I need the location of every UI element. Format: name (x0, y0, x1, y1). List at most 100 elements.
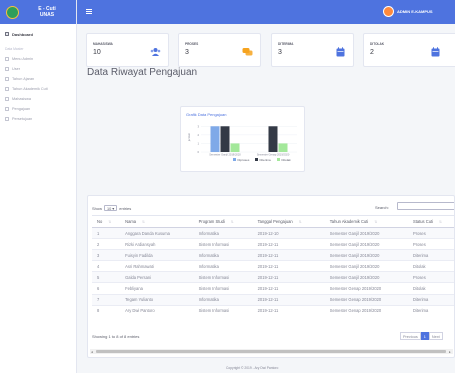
stat-card-mahasiswa: MAHASISWA 10 (86, 33, 169, 67)
table-cell: 6 (92, 282, 121, 295)
x-tick-label: Semester Genap 2019/2020 (257, 153, 290, 157)
sidebar-item-label: Pengajuan (12, 107, 31, 111)
y-tick-label: 2 (197, 133, 199, 137)
sidebar-item-dashboard[interactable]: Dashboard (0, 27, 76, 41)
table-cell: Anggara Danda Kusuma (120, 226, 194, 239)
table-cell: 3 (92, 249, 121, 261)
legend-swatch (233, 158, 236, 161)
folder-icon (5, 57, 9, 61)
folder-icon (5, 107, 9, 111)
table-row[interactable]: 5 Galda Persani Sistem Informasi 2019-12-11… (92, 271, 454, 283)
table-row[interactable]: 6 Febliyana Sistem Informasi 2019-12-11 Seme… (92, 282, 454, 295)
column-header[interactable]: Status Cuti ⇅ (408, 215, 454, 228)
pagination: Previous 1 Next (400, 332, 443, 340)
column-header[interactable]: Tahun Akademik Cuti ⇅ (324, 215, 408, 228)
chart-card: 0 1 2 3 jumlah Semester Ganjil 2019/2020 Semes… (180, 106, 305, 172)
user-name[interactable]: ADMIN E-KAMPUS (397, 9, 433, 14)
table-row[interactable]: 8 Ary Dwi Pantoro Sistem Informasi 2019-12-… (92, 304, 454, 317)
sort-icon[interactable]: ⇅ (231, 220, 234, 224)
menu-toggle-icon[interactable] (86, 9, 92, 14)
table-body: 1 Anggara Danda Kusuma Informatika 2019-12-… (92, 226, 454, 317)
column-header-label: Status Cuti (413, 219, 434, 224)
table-cell: 4 (92, 260, 121, 272)
sort-icon[interactable]: ⇅ (374, 220, 377, 224)
bar-diproses (210, 126, 220, 152)
table-cell: Informatika (193, 260, 253, 272)
sidebar-item-persetujuan[interactable]: Persetujuan (0, 114, 76, 124)
column-header[interactable]: No ⇅ (92, 215, 121, 228)
sidebar-item-tahun-ajaran[interactable]: Tahun Ajaran (0, 74, 76, 84)
table-cell: 2019-12-11 (252, 271, 325, 283)
sidebar-heading: Data Master (5, 47, 24, 51)
table-cell: Diterima (408, 293, 454, 306)
folder-icon (5, 117, 9, 121)
table-cell: 2019-12-11 (252, 293, 325, 306)
sidebar-item-label: Tahun Akademik Cuti (12, 87, 48, 91)
column-header-label: Tanggal Pengajuan (257, 219, 293, 224)
table-cell: Semester Genap 2019/2020 (324, 293, 408, 306)
page-1-button[interactable]: 1 (420, 332, 429, 340)
table-row[interactable]: 4 Asri Rahmawati Informatika 2019-12-11 Seme… (92, 260, 454, 272)
stat-card-value: 10 (93, 49, 101, 56)
table-cell: Semester Ganjil 2019/2020 (324, 238, 408, 250)
dashboard-icon (5, 32, 9, 36)
legend-label: Diterima (260, 158, 271, 162)
table-row[interactable]: 3 Fuisyin Fadilda Informatika 2019-12-11 Sem… (92, 249, 454, 261)
scroll-right-icon[interactable]: ▸ (449, 350, 451, 354)
scroll-left-icon[interactable]: ◂ (91, 350, 93, 354)
column-header[interactable]: Program Studi ⇅ (193, 215, 253, 228)
table-cell: Sistem Informasi (193, 282, 253, 295)
scrollbar-thumb[interactable] (96, 350, 446, 353)
stat-card-value: 2 (370, 49, 374, 56)
stat-card-value: 3 (185, 49, 189, 56)
entries-select[interactable]: 10 ▾ (104, 205, 118, 211)
table-card: Show 10 ▾ entries Search: No ⇅ Nama ⇅ Progra… (87, 195, 455, 358)
table-row[interactable]: 7 Tegam Yulianto Informatika 2019-12-11 Seme… (92, 293, 454, 306)
stat-card-ditolak: DITOLAK 2 (363, 33, 455, 67)
avatar[interactable] (383, 6, 394, 17)
table-row[interactable]: 1 Anggara Danda Kusuma Informatika 2019-12-… (92, 226, 454, 239)
table-cell: Semester Ganjil 2019/2020 (324, 260, 408, 272)
topbar: ADMIN E-KAMPUS (77, 0, 455, 24)
search-input[interactable] (397, 202, 454, 210)
table-cell: 1 (92, 226, 121, 239)
folder-icon (5, 87, 9, 91)
table-cell: Rizki Ardiansyah (120, 238, 194, 250)
sort-icon[interactable]: ⇅ (439, 220, 442, 224)
sort-icon[interactable]: ⇅ (142, 220, 145, 224)
sidebar-item-mahasiswa[interactable]: Mahasiswa (0, 94, 76, 104)
horizontal-scrollbar[interactable]: ◂ ▸ (90, 349, 453, 354)
table-cell: 2019-12-11 (252, 282, 325, 295)
column-header[interactable]: Nama ⇅ (120, 215, 194, 228)
sidebar-item-label: Dashboard (12, 31, 33, 37)
table-cell: Semester Ganjil 2019/2020 (324, 271, 408, 283)
sidebar-item-menu-admin[interactable]: Menu Admin (0, 54, 76, 64)
sidebar-item-pengajuan[interactable]: Pengajuan (0, 104, 76, 114)
previous-button[interactable]: Previous (400, 332, 421, 340)
page-title: Data Riwayat Pengajuan (87, 67, 198, 78)
stat-card-label: PROSES (185, 42, 199, 46)
sidebar: E - Cuti UNAS Dashboard Data Master Menu… (0, 0, 77, 373)
table-cell: Informatika (193, 293, 253, 306)
sidebar-item-label: Tahun Ajaran (12, 77, 35, 81)
column-header-label: Nama (125, 219, 137, 224)
stat-card-label: DITOLAK (370, 42, 385, 46)
bar-ditolak (230, 143, 240, 152)
app-root: E - Cuti UNAS Dashboard Data Master Menu… (0, 0, 455, 373)
sidebar-item-tahun-akademik-cuti[interactable]: Tahun Akademik Cuti (0, 84, 76, 94)
brand-line-2: UNAS (39, 12, 55, 18)
sidebar-item-user[interactable]: User (0, 64, 76, 74)
table-row[interactable]: 2 Rizki Ardiansyah Sistem Informasi 2019-12… (92, 238, 454, 250)
calendar-icon (430, 44, 441, 57)
bar-diterima (220, 126, 230, 152)
sidebar-item-label: Menu Admin (12, 57, 34, 61)
folder-icon (5, 97, 9, 101)
sort-icon[interactable]: ⇅ (299, 220, 302, 224)
entries-select-value: 10 (107, 207, 112, 211)
table-cell: 8 (92, 304, 121, 317)
column-header[interactable]: Tanggal Pengajuan ⇅ (252, 215, 325, 228)
table-cell: Ditolak (408, 282, 454, 295)
sort-icon[interactable]: ⇅ (108, 220, 111, 224)
sidebar-brand[interactable]: E - Cuti UNAS (0, 0, 76, 24)
next-button[interactable]: Next (428, 332, 443, 340)
